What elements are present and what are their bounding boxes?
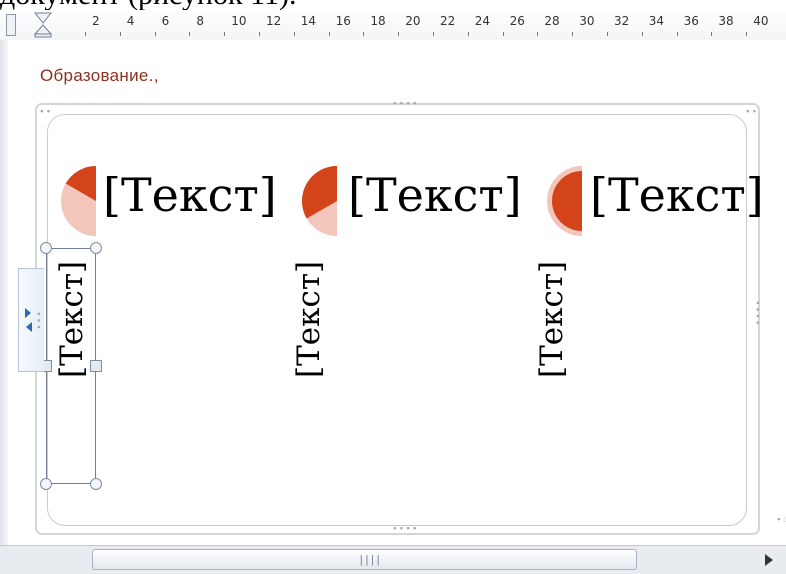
grip-dots: ∙∙∙	[33, 311, 43, 331]
pie-shape-2[interactable]	[285, 166, 345, 236]
ruler-tick-mark	[328, 32, 330, 36]
ruler-tick-mark	[467, 32, 469, 36]
horizontal-ruler[interactable]	[0, 10, 786, 41]
ruler-tick-label: 22	[440, 14, 456, 28]
frame-right-handle[interactable]: ∙∙∙∙	[752, 300, 762, 327]
ruler-tick-mark	[433, 32, 434, 36]
ruler-tick-label: 34	[648, 14, 665, 28]
resize-handle[interactable]	[40, 242, 52, 254]
frame-top-handle[interactable]: ∙∙∙∙	[392, 99, 419, 109]
text-pane-toggle-button[interactable]: ∙∙∙	[18, 268, 44, 372]
tab-selector[interactable]	[6, 14, 16, 36]
scrollbar-grip: ||||	[358, 553, 381, 566]
ruler-tick-label: 18	[370, 14, 386, 28]
ruler-tick-label: 8	[196, 14, 205, 28]
ruler-tick-mark	[746, 32, 748, 36]
node-text-1[interactable]: [Текст]	[103, 172, 277, 218]
ruler-tick-mark	[119, 32, 121, 36]
ruler-tick-mark	[85, 32, 86, 36]
pie-shape-1[interactable]	[44, 166, 104, 236]
ruler-tick-mark	[572, 32, 574, 36]
ruler-tick-mark	[398, 32, 400, 36]
ruler-tick-label: 4	[126, 14, 135, 28]
resize-handle[interactable]	[40, 478, 52, 490]
node-text-3[interactable]: [Текст]	[590, 172, 764, 218]
ruler-tick-label: 36	[683, 14, 699, 28]
ruler-tick-mark	[293, 32, 295, 36]
ruler-tick-label: 20	[405, 14, 421, 28]
ruler-tick-label: 26	[509, 14, 525, 28]
ruler-tick-label: 14	[300, 14, 317, 28]
selection-box[interactable]	[46, 248, 96, 484]
ruler-tick-mark	[607, 32, 608, 36]
sub-text-2[interactable]: [Текст]	[291, 261, 327, 378]
ruler-tick-label: 32	[614, 14, 630, 28]
ruler-tick-mark	[711, 32, 713, 36]
ruler-tick-label: 10	[231, 14, 247, 28]
resize-corner[interactable]: ∙:	[776, 515, 786, 525]
ruler-tick-mark	[502, 32, 504, 36]
node-text-2[interactable]: [Текст]	[348, 172, 522, 218]
frame-corner-handle[interactable]: ∙∙	[745, 107, 758, 117]
document-heading[interactable]: Образование.,	[40, 66, 159, 86]
resize-handle[interactable]	[90, 242, 102, 254]
ruler-tick-mark	[537, 32, 539, 36]
ruler-tick-mark	[641, 32, 643, 36]
page-margin	[0, 40, 8, 545]
ruler-tick-label: 28	[544, 14, 560, 28]
frame-corner-handle[interactable]: ∙∙	[39, 107, 52, 117]
ruler-tick-label: 12	[266, 14, 282, 28]
ruler-tick-label: 6	[161, 14, 170, 28]
ruler-tick-mark	[676, 32, 678, 36]
ruler-tick-mark	[154, 32, 156, 36]
ruler-tick-label: 30	[579, 14, 595, 28]
resize-handle[interactable]	[90, 360, 102, 372]
ruler-tick-label: 38	[718, 14, 734, 28]
ruler-tick-label: 2	[92, 14, 100, 28]
ruler-tick-label: 16	[335, 14, 351, 28]
ruler-tick-label: 40	[753, 14, 769, 28]
resize-handle[interactable]	[90, 478, 102, 490]
ruler-tick-mark	[224, 32, 226, 36]
ruler-tick-mark	[189, 32, 191, 36]
sub-text-3[interactable]: [Текст]	[534, 261, 570, 378]
scroll-right-arrow-icon[interactable]	[760, 551, 778, 569]
ruler-tick-mark	[259, 32, 260, 36]
ruler-tick-mark	[363, 32, 365, 36]
indent-marker-icon[interactable]	[34, 12, 52, 38]
ruler-tick-label: 24	[474, 14, 491, 28]
pie-shape-3[interactable]	[530, 166, 590, 236]
